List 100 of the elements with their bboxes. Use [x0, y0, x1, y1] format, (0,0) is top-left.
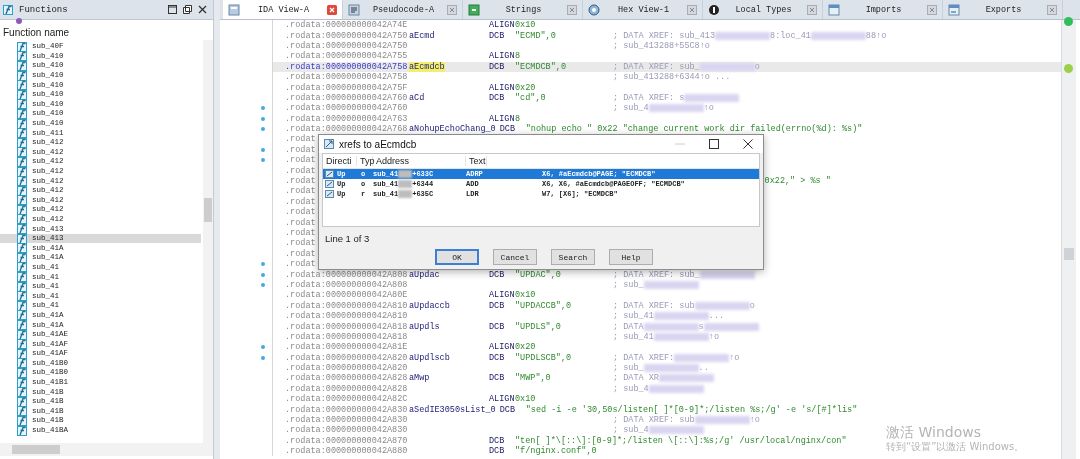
column-header[interactable]: Text — [466, 156, 487, 166]
address: .rodata:000000000042A810 — [285, 311, 409, 322]
comment: ; DATA XREF: sub_ — [613, 269, 700, 280]
mnemonic: DCB — [489, 92, 506, 103]
label[interactable]: aUpdlscb — [409, 352, 450, 363]
redaction-blur — [810, 31, 866, 40]
comment: 88↑o — [865, 30, 887, 41]
address: .rodat — [285, 228, 316, 238]
maximize-icon[interactable] — [168, 5, 177, 14]
scrollbar[interactable] — [0, 443, 213, 456]
string-icon — [468, 3, 480, 16]
label[interactable]: aCd — [409, 92, 425, 103]
mnemonic: DCB — [489, 373, 506, 384]
column-header[interactable]: Directi — [323, 156, 357, 166]
comment: ; sub_ — [613, 363, 644, 374]
dialog-button[interactable]: Search — [551, 249, 595, 265]
operand: "ECMD",0 — [515, 30, 557, 41]
redaction-blur — [648, 384, 704, 393]
function-icon — [17, 415, 27, 426]
address: .rodata:000000000042A828 — [285, 383, 409, 394]
scroll-thumb[interactable] — [12, 445, 60, 454]
restore-icon[interactable] — [183, 5, 192, 14]
view-icon — [228, 3, 240, 16]
address: .rodata:000000000042A75F — [285, 82, 409, 93]
close-icon[interactable] — [743, 139, 753, 149]
label[interactable]: aSedIE3050sList_0 — [409, 404, 496, 415]
dialog-button[interactable]: Help — [609, 249, 653, 265]
label[interactable]: aEcmdcb — [409, 61, 445, 72]
redaction-blur — [674, 353, 730, 362]
redaction-blur — [684, 93, 740, 102]
info-icon — [708, 3, 720, 16]
navigator-marker — [1064, 17, 1073, 26]
label[interactable]: aNohupEchoChang_0 — [409, 124, 496, 135]
label[interactable]: aEcmd — [409, 30, 435, 41]
function-icon — [17, 99, 27, 110]
dialog-button[interactable]: Cancel — [493, 249, 537, 265]
mnemonic: DCB — [489, 435, 506, 446]
tab[interactable]: Local Types — [703, 0, 823, 19]
scrollbar[interactable] — [1061, 20, 1076, 459]
function-icon — [17, 41, 27, 52]
tab[interactable]: Exports — [943, 0, 1063, 19]
mnemonic: ALIGN — [489, 342, 515, 353]
function-icon — [17, 281, 27, 292]
operand: "MWP",0 — [515, 373, 552, 384]
mnemonic: ALIGN — [489, 20, 515, 31]
operand: "ten[ ]*\[::\]:[0-9]*;/listen \[::\]:%s;/g' /usr/local/nginx/con" — [515, 435, 848, 446]
notice-text: 转到“设置”以激活 Windows。 — [886, 440, 1025, 453]
function-icon — [17, 396, 27, 407]
hex-icon — [588, 3, 600, 16]
maximize-icon[interactable] — [709, 139, 719, 149]
address: .rodat — [285, 134, 316, 145]
tab[interactable]: Pseudocode-A — [343, 0, 463, 19]
scroll-thumb[interactable] — [1064, 248, 1074, 260]
address: .rodata:000000000042A870 — [285, 435, 409, 446]
mnemonic: ALIGN — [489, 113, 515, 124]
tab[interactable]: Hex View-1 — [583, 0, 703, 19]
column-header[interactable]: Typ — [357, 156, 373, 166]
function-icon — [17, 320, 27, 330]
address: .rodata:000000000042A820 — [285, 352, 409, 363]
tab[interactable]: Strings — [463, 0, 583, 19]
label[interactable]: aUpdac — [409, 269, 440, 280]
address: .rodata:000000000042A880 — [285, 446, 409, 457]
scroll-thumb[interactable] — [204, 198, 212, 222]
function-icon — [17, 387, 27, 398]
comment: ; DATA — [613, 321, 644, 332]
label[interactable]: aUpdaccb — [409, 300, 450, 311]
close-icon[interactable] — [198, 5, 207, 14]
tab[interactable]: IDA View-A — [223, 0, 343, 19]
column-header[interactable]: Function name — [0, 20, 213, 40]
comment: ; sub_413288+6344↑o ... — [613, 72, 731, 83]
dialog-title: xrefs to aEcmdcb — [339, 138, 418, 150]
address: .rodata:000000000042A758 — [285, 72, 409, 83]
redaction-blur — [398, 190, 413, 198]
operand: 0x20 — [515, 342, 537, 353]
operand: "nohup echo " 0x22 "change current work dir failed(errno(%d): %s)" — [525, 124, 864, 135]
address: .rodat — [285, 176, 316, 187]
scrollbar[interactable] — [203, 40, 213, 443]
mnemonic: ALIGN — [489, 82, 515, 93]
function-icon — [17, 108, 27, 119]
function-icon — [17, 147, 27, 158]
address: .rodata:000000000042A818 — [285, 331, 409, 342]
redaction-blur — [703, 322, 759, 331]
function-icon — [3, 4, 13, 15]
comment: ; DATA XREF: sub_413 — [613, 30, 716, 41]
function-icon — [17, 195, 27, 206]
dialog-button[interactable]: OK — [435, 249, 479, 265]
status-dot — [16, 18, 22, 24]
function-icon — [17, 156, 27, 167]
function-icon — [17, 61, 27, 71]
function-icon — [17, 339, 27, 350]
label[interactable]: aUpdls — [409, 321, 440, 332]
redaction-blur — [648, 104, 704, 113]
address: .rodata:000000000042A768 — [285, 124, 409, 135]
tab[interactable]: Imports — [823, 0, 943, 19]
column-header[interactable]: Address — [373, 156, 466, 166]
operand: "sed -i -e '30,50s/listen[ ]*[0-9]*;/listen %s;/g' -e 's/[#]*lis" — [525, 404, 859, 415]
label[interactable]: aMwp — [409, 373, 430, 384]
mnemonic: DCB — [499, 124, 517, 135]
redaction-blur — [643, 322, 699, 331]
function-icon — [17, 204, 27, 215]
